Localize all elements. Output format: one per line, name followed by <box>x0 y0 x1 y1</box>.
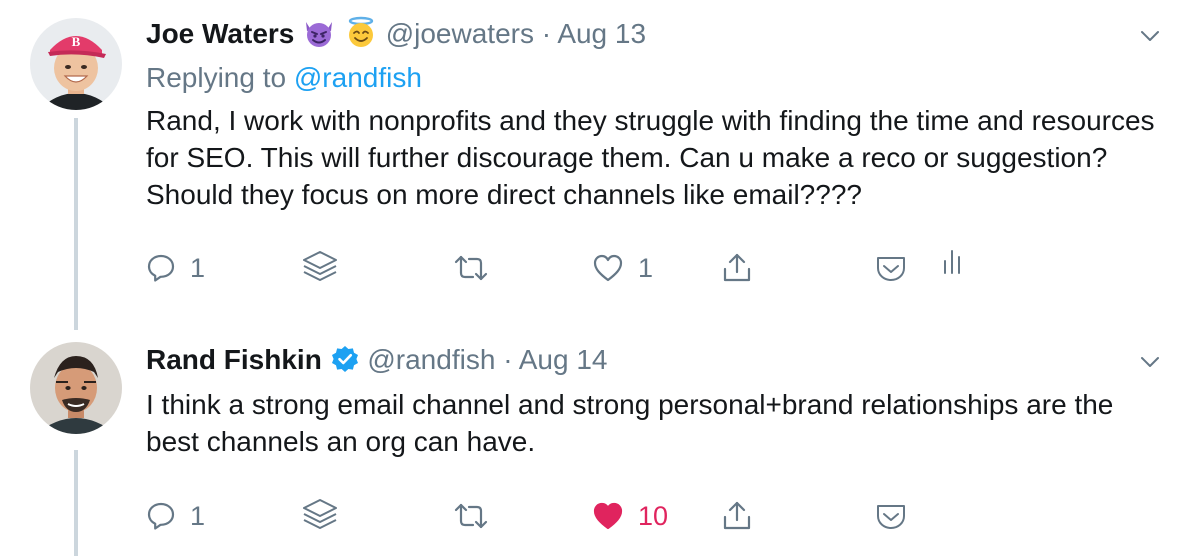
replying-to: Replying to @randfish <box>146 60 422 96</box>
verified-badge-icon <box>330 344 360 383</box>
tweet-date[interactable]: Aug 13 <box>557 18 646 49</box>
display-name[interactable]: Rand Fishkin <box>146 344 322 375</box>
pocket-button[interactable] <box>874 494 908 538</box>
replying-to-handle-link[interactable]: @randfish <box>294 62 422 93</box>
layers-icon <box>300 496 340 536</box>
like-button[interactable]: 1 <box>592 246 653 290</box>
separator-dot: · <box>541 18 552 49</box>
layers-button[interactable] <box>300 246 340 290</box>
avatar[interactable] <box>30 342 122 434</box>
reply-count: 1 <box>190 500 206 531</box>
chevron-down-icon[interactable] <box>1138 350 1162 374</box>
analytics-icon <box>940 247 964 277</box>
speech-bubble-icon <box>146 501 176 531</box>
avatar[interactable]: B <box>30 18 122 110</box>
thread-line <box>74 450 78 556</box>
replying-to-label: Replying to <box>146 62 294 93</box>
heart-icon <box>592 253 624 283</box>
layers-icon <box>300 248 340 288</box>
tweet-date[interactable]: Aug 14 <box>519 344 608 375</box>
retweet-icon <box>452 253 490 283</box>
tweet-header: Rand Fishkin @randfish · Aug 14 <box>146 342 608 383</box>
like-count: 10 <box>638 500 669 531</box>
share-button[interactable] <box>720 494 754 538</box>
retweet-button[interactable] <box>452 494 490 538</box>
username[interactable]: @joewaters <box>386 18 534 49</box>
layers-button[interactable] <box>300 494 340 538</box>
analytics-button[interactable] <box>940 240 964 284</box>
like-count: 1 <box>638 252 654 283</box>
tweet-actions: 1 1 <box>146 246 1046 290</box>
retweet-icon <box>452 501 490 531</box>
username[interactable]: @randfish <box>367 344 495 375</box>
speech-bubble-icon <box>146 253 176 283</box>
reply-count: 1 <box>190 252 206 283</box>
share-icon <box>720 251 754 285</box>
tweet-actions: 1 10 <box>146 494 1046 538</box>
reply-button[interactable]: 1 <box>146 246 205 290</box>
smiling-devil-emoji-icon <box>302 18 336 57</box>
display-name[interactable]: Joe Waters <box>146 18 294 49</box>
pocket-icon <box>874 500 908 532</box>
tweet-header: Joe Waters @joewaters · Aug 13 <box>146 16 646 57</box>
like-button[interactable]: 10 <box>592 494 668 538</box>
share-button[interactable] <box>720 246 754 290</box>
retweet-button[interactable] <box>452 246 490 290</box>
heart-icon <box>592 501 624 531</box>
tweet-rand-fishkin[interactable]: Rand Fishkin @randfish · Aug 14 I think … <box>0 330 1192 556</box>
pocket-icon <box>874 252 908 284</box>
angel-emoji-icon <box>344 16 378 57</box>
tweet-text: Rand, I work with nonprofits and they st… <box>146 105 1155 210</box>
share-icon <box>720 499 754 533</box>
thread-line <box>74 118 78 330</box>
chevron-down-icon[interactable] <box>1138 24 1162 48</box>
tweet-joe-waters[interactable]: B Joe Waters @joewaters · Aug 13 Replyin… <box>0 0 1192 330</box>
svg-text:B: B <box>72 34 81 49</box>
reply-button[interactable]: 1 <box>146 494 205 538</box>
separator-dot: · <box>503 344 513 375</box>
tweet-text: I think a strong email channel and stron… <box>146 389 1114 457</box>
pocket-button[interactable] <box>874 246 908 290</box>
